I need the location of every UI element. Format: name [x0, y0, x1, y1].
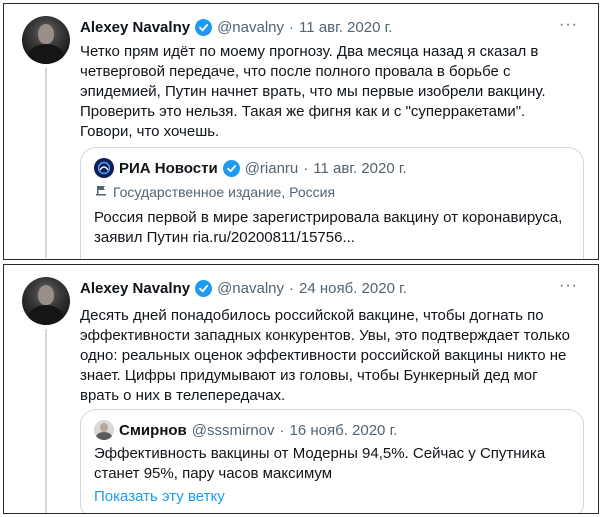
- tweet-date[interactable]: 24 нояб. 2020 г.: [299, 280, 407, 297]
- tweet-header: Alexey Navalny @navalny · 11 авг. 2020 г…: [80, 16, 578, 38]
- separator-dot: ·: [289, 279, 295, 297]
- separator-dot: ·: [289, 18, 295, 36]
- more-options-icon[interactable]: ···: [559, 277, 578, 295]
- quoted-author-name[interactable]: РИА Новости: [119, 160, 218, 177]
- author-name[interactable]: Alexey Navalny: [80, 280, 190, 297]
- quoted-tweet-text: Эффективность вакцины от Модерны 94,5%. …: [94, 445, 546, 482]
- quoted-author-name[interactable]: Смирнов: [119, 422, 187, 439]
- tweet-text: Четко прям идёт по моему прогнозу. Два м…: [80, 43, 546, 140]
- author-avatar[interactable]: [22, 16, 70, 64]
- quoted-tweet[interactable]: Смирнов @sssmirnov · 16 нояб. 2020 г. Эф…: [80, 409, 584, 513]
- quoted-tweet-header: Смирнов @sssmirnov · 16 нояб. 2020 г.: [94, 420, 571, 440]
- quoted-tweet-date[interactable]: 11 авг. 2020 г.: [313, 160, 406, 177]
- tweet-header: Alexey Navalny @navalny · 24 нояб. 2020 …: [80, 277, 578, 299]
- show-thread-link[interactable]: Показать эту ветку: [94, 488, 225, 505]
- tweet-card-2[interactable]: Alexey Navalny @navalny · 24 нояб. 2020 …: [3, 264, 599, 514]
- more-options-icon[interactable]: ···: [559, 16, 578, 34]
- quoted-tweet[interactable]: РИА Новости @rianru · 11 авг. 2020 г. Го…: [80, 147, 584, 259]
- quoted-tweet-header: РИА Новости @rianru · 11 авг. 2020 г.: [94, 158, 571, 178]
- thread-line: [45, 68, 47, 258]
- tweet-text: Десять дней понадобилось российской вакц…: [80, 307, 570, 404]
- separator-dot: ·: [279, 421, 285, 439]
- quoted-tweet-date[interactable]: 16 нояб. 2020 г.: [290, 422, 398, 439]
- author-name[interactable]: Alexey Navalny: [80, 19, 190, 36]
- verified-badge-icon: [195, 18, 213, 36]
- quoted-author-handle[interactable]: @sssmirnov: [192, 422, 275, 439]
- state-media-label-text: Государственное издание, Россия: [113, 183, 336, 200]
- verified-badge-icon: [195, 279, 213, 297]
- tweet-date[interactable]: 11 авг. 2020 г.: [299, 19, 392, 36]
- verified-badge-icon: [222, 159, 240, 177]
- author-avatar[interactable]: [22, 277, 70, 325]
- ria-logo-icon: [94, 158, 114, 178]
- quoted-author-handle[interactable]: @rianru: [245, 160, 299, 177]
- state-media-flag-icon: [94, 183, 108, 200]
- thread-line: [45, 329, 47, 513]
- quoted-tweet-text: Россия первой в мире зарегистрировала ва…: [94, 209, 563, 246]
- state-media-label[interactable]: Государственное издание, Россия: [94, 183, 335, 200]
- author-handle[interactable]: @navalny: [217, 280, 284, 297]
- author-handle[interactable]: @navalny: [217, 19, 284, 36]
- separator-dot: ·: [303, 159, 309, 177]
- quoted-author-avatar: [94, 420, 114, 440]
- tweet-card-1[interactable]: Alexey Navalny @navalny · 11 авг. 2020 г…: [3, 3, 599, 260]
